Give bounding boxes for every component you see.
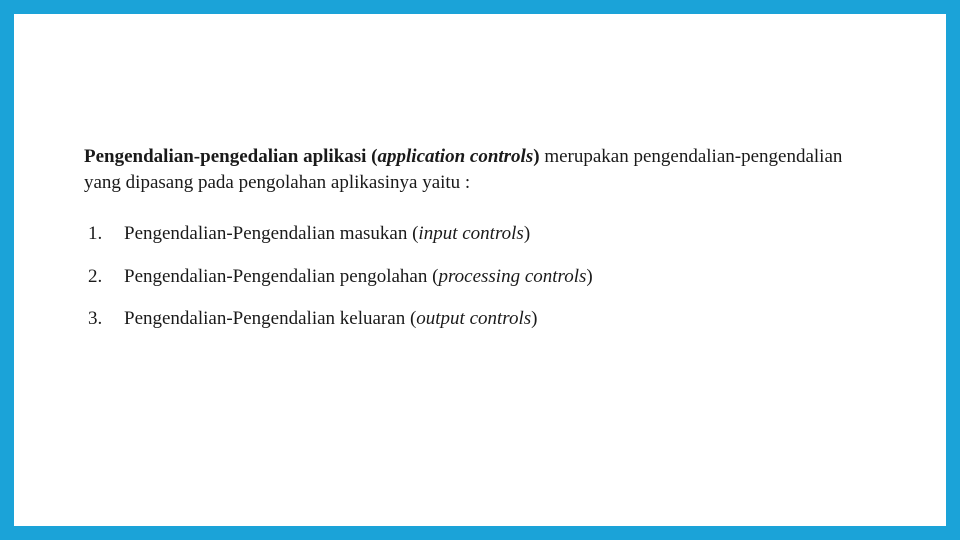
intro-bold-prefix: Pengendalian-pengedalian aplikasi ( [84, 146, 378, 167]
list-item: 3. Pengendalian-Pengendalian keluaran (o… [88, 306, 876, 333]
item-text-a: Pengendalian-Pengendalian pengolahan ( [124, 266, 438, 287]
item-italic: processing controls [438, 266, 586, 287]
item-number: 1. [88, 221, 124, 248]
list-item: 1. Pengendalian-Pengendalian masukan (in… [88, 221, 876, 248]
item-number: 2. [88, 264, 124, 291]
item-text: Pengendalian-Pengendalian keluaran (outp… [124, 306, 538, 333]
item-text: Pengendalian-Pengendalian masukan (input… [124, 221, 530, 248]
slide-content: Pengendalian-pengedalian aplikasi (appli… [14, 14, 946, 526]
item-italic: input controls [418, 223, 523, 244]
item-text-b: ) [531, 308, 537, 329]
item-text-b: ) [586, 266, 592, 287]
item-text: Pengendalian-Pengendalian pengolahan (pr… [124, 264, 593, 291]
item-number: 3. [88, 306, 124, 333]
item-italic: output controls [416, 308, 531, 329]
list-item: 2. Pengendalian-Pengendalian pengolahan … [88, 264, 876, 291]
intro-paragraph: Pengendalian-pengedalian aplikasi (appli… [84, 144, 876, 195]
item-text-a: Pengendalian-Pengendalian keluaran ( [124, 308, 416, 329]
intro-bold-suffix: ) [533, 146, 544, 167]
item-text-a: Pengendalian-Pengendalian masukan ( [124, 223, 418, 244]
item-text-b: ) [524, 223, 530, 244]
numbered-list: 1. Pengendalian-Pengendalian masukan (in… [84, 221, 876, 333]
intro-italic-term: application controls [378, 146, 534, 167]
